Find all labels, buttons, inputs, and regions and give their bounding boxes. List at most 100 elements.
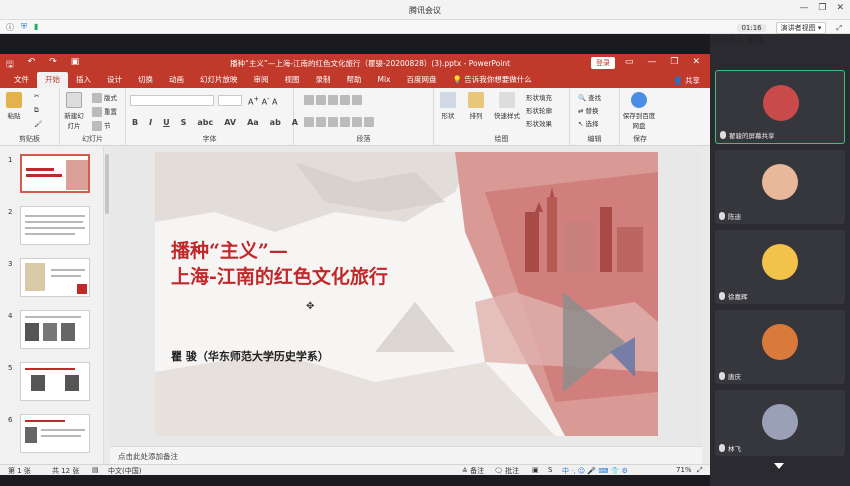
replace-button[interactable]: ⇄ 替换	[578, 105, 599, 115]
highlight-icon[interactable]: ab	[270, 118, 281, 127]
slide-thumbnail-2[interactable]	[20, 206, 90, 245]
scrollbar-thumb[interactable]	[105, 154, 109, 214]
participant-tile-1[interactable]: 翟骏的屏幕共享	[715, 70, 845, 144]
slide-1[interactable]: 播种“主义”— 上海-江南的红色文化旅行 瞿 骏（华东师范大学历史学系）	[155, 152, 658, 436]
thumb-number: 3	[8, 260, 13, 268]
shape-fill-label: 形状填充	[526, 94, 552, 102]
present-icon[interactable]: ▣	[71, 57, 80, 73]
comments-toggle[interactable]: 🗨 批注	[494, 466, 519, 476]
minimize-icon[interactable]: —	[799, 3, 808, 13]
tab-help[interactable]: 帮助	[339, 72, 370, 88]
shape-effect-button[interactable]: 形状效果	[526, 118, 552, 128]
tab-record[interactable]: 录制	[308, 72, 339, 88]
spellcheck-icon[interactable]: ▤	[92, 466, 99, 474]
clipboard-group-label: 剪贴板	[19, 135, 40, 143]
zoom-level[interactable]: 71%	[676, 466, 692, 474]
font-name-select[interactable]	[130, 95, 214, 106]
shield-icon[interactable]: ⛨	[21, 22, 27, 33]
view-mode-label: 演讲者视图	[780, 24, 816, 32]
shadow-icon[interactable]: S	[181, 118, 187, 127]
grow-font-icon[interactable]: A+ A- A	[248, 95, 278, 107]
tab-animations[interactable]: 动画	[161, 72, 192, 88]
select-button[interactable]: ↖ 选择	[578, 118, 599, 128]
underline-icon[interactable]: U	[163, 118, 170, 127]
section-button[interactable]: 节	[92, 120, 111, 131]
tab-baidu[interactable]: 百度网盘	[399, 72, 445, 88]
slide-thumbnail-1[interactable]	[20, 154, 90, 193]
copy-icon[interactable]: ⧉	[34, 106, 39, 115]
save-icon[interactable]: 🖫	[6, 57, 14, 73]
participant-tile-4[interactable]: 唐庆	[715, 310, 845, 384]
minimize-icon[interactable]: —	[647, 57, 656, 67]
tab-file[interactable]: 文件	[6, 72, 37, 88]
format-painter-icon[interactable]: 🖌	[34, 120, 42, 128]
redo-icon[interactable]: ↷	[49, 57, 57, 73]
undo-icon[interactable]: ↶	[28, 57, 36, 73]
view-mode-button[interactable]: 演讲者视图 ▾	[775, 22, 827, 34]
normal-view-icon[interactable]: ▣	[532, 466, 539, 474]
cut-icon[interactable]: ✂	[34, 92, 39, 100]
tab-mix[interactable]: Mix	[370, 72, 399, 88]
info-icon[interactable]: ⓘ	[6, 22, 14, 33]
move-cursor-icon: ✥	[306, 301, 315, 312]
reset-button[interactable]: 重置	[92, 106, 117, 117]
font-size-select[interactable]	[218, 95, 242, 106]
sogou-ime-icon[interactable]: S	[548, 466, 552, 474]
ribbon-tabs: 文件 开始 插入 设计 切换 动画 幻灯片放映 审阅 视图 录制 帮助 Mix …	[0, 72, 710, 88]
paste-label: 粘贴	[7, 112, 21, 120]
spacing-icon[interactable]: AV	[224, 118, 236, 127]
bold-icon[interactable]: B	[132, 118, 138, 127]
signal-icon[interactable]: ▮	[34, 22, 38, 33]
section-label: 节	[104, 122, 111, 130]
case-icon[interactable]: Aa	[247, 118, 259, 127]
italic-icon[interactable]: I	[149, 118, 152, 127]
slide-thumbnail-6[interactable]	[20, 414, 90, 453]
ime-toolbar[interactable]: 中 ·, ☺ 🎤 ⌨ 👕 ⚙	[562, 466, 628, 476]
shape-fill-button[interactable]: 形状填充	[526, 92, 552, 102]
close-icon[interactable]: ✕	[692, 57, 700, 67]
find-button[interactable]: 🔍 查找	[578, 92, 601, 102]
bullets-icon[interactable]	[304, 95, 364, 105]
restore-icon[interactable]: ❐	[818, 3, 826, 13]
mic-icon	[719, 372, 725, 380]
close-icon[interactable]: ✕	[836, 3, 844, 13]
tab-design[interactable]: 设计	[99, 72, 130, 88]
tab-transitions[interactable]: 切换	[130, 72, 161, 88]
paste-button[interactable]: 粘贴	[6, 92, 22, 120]
shape-button[interactable]: 形状	[440, 92, 456, 120]
slide-thumbnail-5[interactable]	[20, 362, 90, 401]
strikethrough-icon[interactable]: abc	[197, 118, 213, 127]
quick-style-button[interactable]: 快速样式	[494, 92, 520, 120]
tab-view[interactable]: 视图	[277, 72, 308, 88]
login-button[interactable]: 登录	[591, 57, 615, 69]
tab-home[interactable]: 开始	[37, 72, 68, 88]
notes-toggle[interactable]: ≙ 备注	[462, 466, 484, 476]
new-slide-button[interactable]: 新建幻灯片	[62, 92, 86, 130]
share-label: 共享	[685, 75, 700, 85]
slide-scrollbar[interactable]	[702, 146, 710, 464]
align-icons[interactable]	[304, 117, 376, 127]
arrange-button[interactable]: 排列	[468, 92, 484, 120]
save-to-baidu-button[interactable]: 保存到百度网盘	[620, 92, 658, 130]
tell-me-search[interactable]: 💡 告诉我你想要做什么	[445, 72, 540, 88]
participant-tile-5[interactable]: 林飞	[715, 390, 845, 456]
restore-icon[interactable]: ❐	[670, 57, 678, 67]
slide-thumbnail-3[interactable]	[20, 258, 90, 297]
ribbon-display-icon[interactable]: ▭	[625, 57, 634, 67]
notes-pane[interactable]: 点击此处添加备注	[110, 446, 702, 464]
tab-review[interactable]: 审阅	[246, 72, 277, 88]
tab-insert[interactable]: 插入	[68, 72, 99, 88]
participant-tile-3[interactable]: 徐嘉辉	[715, 230, 845, 304]
share-button[interactable]: 👤 共享	[673, 75, 710, 86]
language: 中文(中国)	[108, 467, 142, 475]
tab-slideshow[interactable]: 幻灯片放映	[192, 72, 246, 88]
shape-outline-button[interactable]: 形状轮廓	[526, 105, 552, 115]
slide-thumbnail-4[interactable]	[20, 310, 90, 349]
scroll-down-icon[interactable]	[774, 463, 784, 469]
fullscreen-icon[interactable]: ⤢	[836, 24, 842, 33]
fit-slide-icon[interactable]: ⤢	[697, 466, 703, 475]
participant-tile-2[interactable]: 陈迪	[715, 150, 845, 224]
slide-thumbnails[interactable]: 1 2 3 4 5 6	[0, 146, 104, 464]
avatar	[763, 85, 799, 121]
layout-button[interactable]: 版式	[92, 92, 117, 103]
